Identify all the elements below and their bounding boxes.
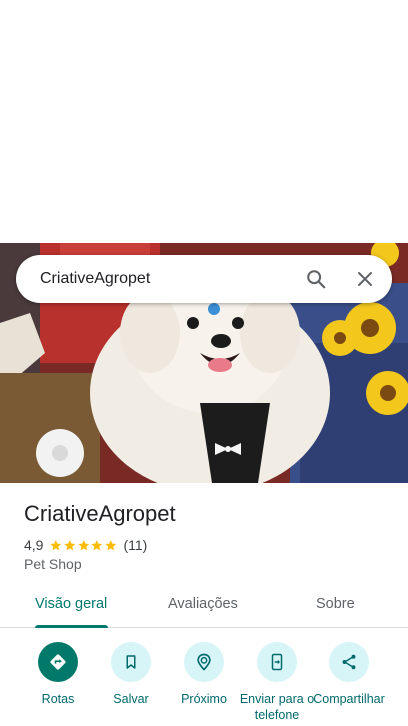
tab-about[interactable]: Sobre [316,596,355,612]
send-to-phone-label: Enviar para o telefone [239,692,315,722]
star-icon [91,539,103,550]
tab-bar: Visão geral Avaliações Sobre [0,580,408,628]
star-icon [78,539,89,550]
close-icon[interactable] [349,263,381,295]
directions-label: Rotas [41,692,75,706]
bookmark-icon [111,642,151,682]
rating-value: 4,9 [24,537,44,553]
nearby-label: Próximo [181,692,227,706]
directions-button[interactable]: Rotas [20,642,96,707]
star-icon [105,539,117,550]
nearby-icon [184,642,224,682]
rating-row[interactable]: 4,9 (11) [24,536,147,554]
share-label: Compartilhar [313,692,385,706]
send-to-phone-icon [257,642,297,682]
tab-overview[interactable]: Visão geral [35,596,107,612]
tab-indicator [35,625,108,628]
star-icon [64,539,76,550]
search-bar[interactable]: CriativeAgropet [16,255,392,303]
action-bar: Rotas Salvar Próximo Enviar para o telef… [0,640,408,726]
rating-stars [49,539,117,552]
tab-reviews[interactable]: Avaliações [168,596,238,612]
search-icon[interactable] [300,263,332,295]
save-button[interactable]: Salvar [93,642,169,707]
star-icon [50,539,62,550]
review-count[interactable]: (11) [123,537,147,553]
map-area[interactable] [0,0,408,243]
nearby-button[interactable]: Próximo [166,642,242,707]
share-icon [329,642,369,682]
save-label: Salvar [113,692,149,706]
search-input[interactable]: CriativeAgropet [40,270,150,288]
place-title: CriativeAgropet [24,501,176,526]
send-to-phone-button[interactable]: Enviar para o telefone [239,642,315,723]
place-category[interactable]: Pet Shop [24,556,82,572]
directions-icon [38,642,78,682]
share-button[interactable]: Compartilhar [311,642,387,707]
